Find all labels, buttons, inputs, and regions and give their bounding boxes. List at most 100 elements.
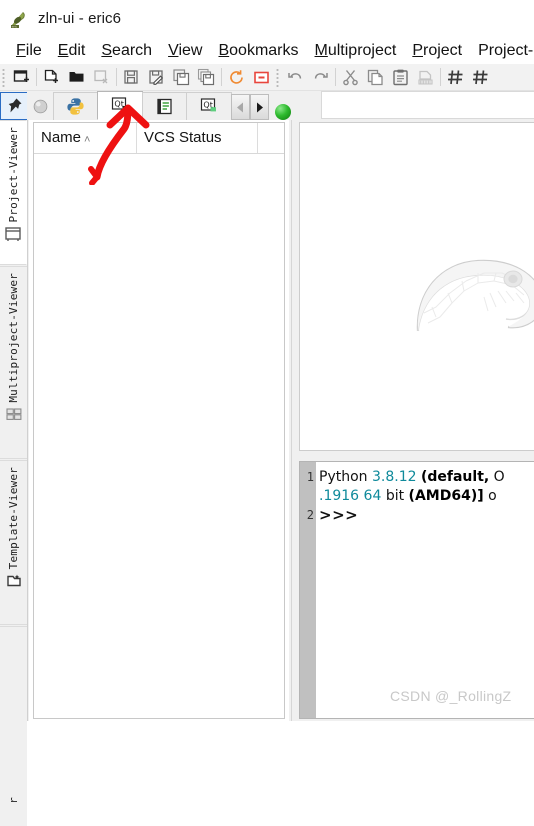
main-toolbar: [0, 64, 534, 91]
tabstrip-left-group: Qt Qt: [0, 91, 291, 120]
vertical-splitter[interactable]: [289, 120, 296, 721]
menu-project[interactable]: Project: [404, 41, 470, 61]
comment-icon[interactable]: [443, 65, 468, 89]
column-header-name-label: Name: [41, 129, 82, 146]
cut-icon[interactable]: [338, 65, 363, 89]
shell-line: Python 3.8.12 (default, O: [319, 468, 534, 487]
shell-token: bit: [381, 488, 409, 504]
toolbar-grip[interactable]: [1, 67, 8, 87]
menu-search[interactable]: Search: [93, 41, 160, 61]
eric-quill-icon: eric: [9, 9, 29, 29]
template-icon: [3, 569, 25, 591]
sidebar-item-project-viewer[interactable]: Project-Viewer: [0, 120, 27, 265]
toolbar-separator: [116, 68, 117, 86]
python-shell[interactable]: 1 2 Python 3.8.12 (default, O .1916 64 b…: [299, 461, 534, 719]
editor-area: [296, 120, 534, 455]
line-number: 1: [306, 470, 314, 484]
menu-bookmarks[interactable]: Bookmarks: [210, 41, 306, 61]
shell-token: Python: [319, 469, 372, 485]
close-project-icon[interactable]: [249, 65, 274, 89]
menu-file[interactable]: File: [8, 41, 50, 61]
menu-project-more[interactable]: Project-: [470, 41, 534, 61]
uncomment-icon[interactable]: [468, 65, 493, 89]
shell-prompt: >>>: [319, 506, 359, 524]
line-number-gutter: 1 2: [300, 462, 316, 718]
pin-icon: [8, 98, 22, 113]
dock-tab-rail: Project-Viewer Multiproject-Viewer Templ…: [0, 120, 28, 826]
line-number: 2: [306, 508, 314, 522]
sidebar-item-multiproject-viewer[interactable]: Multiproject-Viewer: [0, 266, 27, 459]
save-all-icon[interactable]: [194, 65, 219, 89]
shell-token: O: [489, 469, 505, 485]
toolbar-separator: [221, 68, 222, 86]
toolbar-separator: [335, 68, 336, 86]
resources-icon: [157, 98, 172, 115]
paste-icon[interactable]: [388, 65, 413, 89]
tab-pin[interactable]: [0, 92, 28, 120]
qt-forms-icon: Qt: [112, 96, 128, 110]
column-header-name[interactable]: Name ˄: [34, 123, 137, 153]
copy-icon[interactable]: [363, 65, 388, 89]
qt-translations-icon: Qt: [201, 97, 217, 111]
new-file-icon[interactable]: [39, 65, 64, 89]
tab-translations[interactable]: Qt: [186, 92, 232, 120]
svg-text:eric: eric: [12, 24, 18, 28]
column-header-vcs-label: VCS Status: [144, 129, 222, 146]
tab-forms[interactable]: Qt: [97, 91, 143, 120]
tab-scroll-left-button[interactable]: [230, 94, 250, 120]
save-icon[interactable]: [119, 65, 144, 89]
python-icon: [67, 98, 84, 115]
eric6-main-window: eric zln-ui - eric6 File Edit Search Vie…: [0, 0, 534, 826]
sidebar-item-label: r: [7, 797, 20, 804]
editor-surface[interactable]: [299, 122, 534, 451]
python-snake-watermark: [366, 231, 534, 361]
svg-text:Qt: Qt: [115, 99, 124, 108]
shell-line: .1916 64 bit (AMD64)] o: [319, 487, 534, 506]
sphere-icon: [33, 99, 48, 113]
menu-bar[interactable]: File Edit Search View Bookmarks Multipro…: [0, 37, 534, 64]
menu-view[interactable]: View: [160, 41, 210, 61]
save-as-icon[interactable]: [144, 65, 169, 89]
project-file-tree[interactable]: Name ˄ VCS Status: [33, 122, 285, 719]
sidebar-item-template-viewer[interactable]: Template-Viewer: [0, 460, 27, 625]
save-copy-icon[interactable]: [169, 65, 194, 89]
toolbar-grip[interactable]: [275, 67, 282, 87]
toolbar-separator: [440, 68, 441, 86]
reload-icon[interactable]: [224, 65, 249, 89]
menu-multiproject[interactable]: Multiproject: [307, 41, 405, 61]
tab-python-files[interactable]: [52, 92, 99, 120]
sidebar-item-partial[interactable]: r: [0, 626, 27, 826]
tab-resources[interactable]: [141, 92, 188, 120]
green-status-dot: [274, 104, 291, 120]
shell-output[interactable]: Python 3.8.12 (default, O .1916 64 bit (…: [316, 462, 534, 718]
redo-icon[interactable]: [308, 65, 333, 89]
window-icon: [2, 223, 24, 245]
shell-token: (default,: [420, 469, 490, 485]
shell-token: .1916: [319, 488, 360, 504]
tab-scroll-right-button[interactable]: [249, 94, 269, 120]
window-title: zln-ui - eric6: [38, 10, 122, 27]
python-shell-panel: 1 2 Python 3.8.12 (default, O .1916 64 b…: [296, 461, 534, 721]
undo-icon[interactable]: [283, 65, 308, 89]
watermark-text: CSDN @_RollingZ: [390, 688, 512, 704]
project-viewer-panel: Name ˄ VCS Status: [29, 120, 289, 721]
editor-tabstrip[interactable]: [321, 91, 534, 119]
close-file-icon[interactable]: [89, 65, 114, 89]
title-bar: eric zln-ui - eric6: [0, 0, 534, 37]
shell-token-version: 3.8.12: [371, 469, 417, 485]
open-folder-icon[interactable]: [64, 65, 89, 89]
sidebar-item-label: Project-Viewer: [6, 127, 20, 223]
menu-edit[interactable]: Edit: [50, 41, 94, 61]
shell-line: >>>: [319, 506, 534, 526]
project-tree-header: Name ˄ VCS Status: [34, 123, 284, 154]
new-window-icon[interactable]: [9, 65, 34, 89]
sidebar-item-label: Template-Viewer: [7, 467, 20, 570]
project-viewer-tabstrip: Qt Qt: [0, 91, 534, 120]
column-header-filler: [258, 123, 284, 153]
sidebar-item-label: Multiproject-Viewer: [7, 273, 20, 403]
column-header-vcs-status[interactable]: VCS Status: [137, 123, 258, 153]
grid-icon: [3, 403, 25, 425]
tab-globals[interactable]: [26, 92, 54, 120]
clear-icon[interactable]: [413, 65, 438, 89]
line-number: [300, 487, 314, 506]
